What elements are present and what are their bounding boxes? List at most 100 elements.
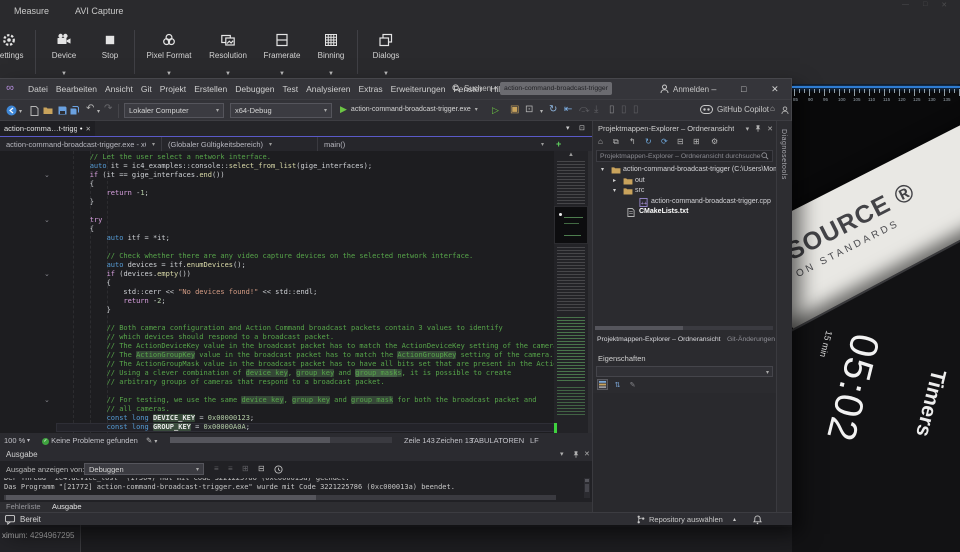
properties-header[interactable]: Eigenschaften ▾ ✕ xyxy=(593,351,776,365)
dialogs-button[interactable]: Dialogs▼ xyxy=(361,27,411,77)
save-all-icon[interactable] xyxy=(70,106,79,115)
dropdown-caret-icon[interactable]: ▼ xyxy=(61,71,67,77)
clear-output-icon[interactable]: ⊟ xyxy=(258,464,265,473)
menu-analysieren[interactable]: Analysieren xyxy=(302,84,354,94)
se-close-icon[interactable]: ✕ xyxy=(767,125,773,133)
dock-tab-solution-explorer[interactable]: Projektmappen-Explorer – Ordneransicht xyxy=(597,336,721,343)
attach-dropdown-icon[interactable]: ▾ xyxy=(540,108,543,115)
output-vscrollbar[interactable] xyxy=(584,478,590,498)
target-machine-dropdown[interactable]: Lokaler Computer▾ xyxy=(124,103,224,118)
new-file-icon[interactable] xyxy=(30,106,39,116)
add-split-icon[interactable]: + xyxy=(556,139,561,149)
dropdown-caret-icon[interactable]: ▼ xyxy=(383,71,389,77)
expander-icon[interactable]: ▾ xyxy=(613,187,616,194)
tree-item[interactable]: ▸out xyxy=(593,176,776,187)
back-dropdown-icon[interactable]: ▾ xyxy=(19,108,22,115)
dock-tab-git-changes[interactable]: Git-Änderungen xyxy=(727,336,775,343)
show-all-files-icon[interactable]: ⊞ xyxy=(693,137,700,146)
select-repository-button[interactable]: Repository auswählen xyxy=(649,515,723,524)
tab-list-dropdown-icon[interactable]: ▾ xyxy=(566,124,570,132)
attach-process-icon[interactable]: ⊡ xyxy=(525,104,533,115)
feedback-bubble-icon[interactable] xyxy=(5,515,16,525)
collapse-all-icon[interactable]: ⊟ xyxy=(677,137,684,146)
close-button[interactable]: ✕ xyxy=(771,84,779,95)
project-dropdown[interactable]: action-command-broadcast-trigger.exe - x… xyxy=(0,137,162,151)
save-icon[interactable] xyxy=(58,106,67,115)
se-search-input[interactable]: Projektmappen-Explorer – Ordneransicht d… xyxy=(596,150,773,162)
edit-mode-icon[interactable]: ✎ ▾ xyxy=(146,436,157,445)
tree-item[interactable]: ++action-command-broadcast-trigger.cpp xyxy=(593,197,776,208)
solution-explorer-header[interactable]: Projektmappen-Explorer – Ordneransicht ▾… xyxy=(593,121,776,135)
fold-arrow-icon[interactable]: ⌄ xyxy=(44,396,50,405)
folder-tool-icon[interactable]: ▣ xyxy=(510,104,519,115)
framerate-button[interactable]: Framerate▼ xyxy=(256,27,308,77)
menu-projekt[interactable]: Projekt xyxy=(156,84,190,94)
dropdown-caret-icon[interactable]: ▼ xyxy=(166,71,172,77)
output-close-icon[interactable]: ✕ xyxy=(584,450,590,458)
menu-git[interactable]: Git xyxy=(137,84,156,94)
problems-indicator[interactable]: ✓ Keine Probleme gefunden xyxy=(42,436,138,445)
menu-extras[interactable]: Extras xyxy=(355,84,387,94)
tab-close-icon[interactable]: ✕ xyxy=(86,125,91,133)
expander-icon[interactable]: ▾ xyxy=(601,166,604,173)
feedback-icon[interactable]: ⌂ xyxy=(770,104,775,113)
expander-icon[interactable]: ▸ xyxy=(613,177,616,184)
member-dropdown[interactable]: main()▾ xyxy=(318,137,550,151)
switch-views-icon[interactable]: ⧉ xyxy=(613,137,619,147)
column-indicator[interactable]: Zeichen 13 xyxy=(436,436,473,445)
tree-item[interactable]: ▾action-command-broadcast-trigger (C:\Us… xyxy=(593,165,776,176)
se-hscrollbar[interactable] xyxy=(595,326,773,330)
pending-changes-icon[interactable]: ↰ xyxy=(629,137,636,146)
minimize-button[interactable]: – xyxy=(711,84,716,94)
scroll-up-icon[interactable]: ▲ xyxy=(568,152,574,158)
tab-output[interactable]: Ausgabe xyxy=(52,502,82,511)
se-pin-icon[interactable] xyxy=(754,124,762,133)
notifications-bell-icon[interactable] xyxy=(753,515,762,525)
undo-icon[interactable]: ↶ xyxy=(86,103,94,114)
menu-erweiterungen[interactable]: Erweiterungen xyxy=(387,84,450,94)
output-source-dropdown[interactable]: Debuggen▾ xyxy=(84,463,204,475)
resolution-button[interactable]: Resolution▼ xyxy=(200,27,256,77)
categorized-icon[interactable] xyxy=(597,379,608,390)
tree-item[interactable]: CMakeLists.txt xyxy=(593,207,776,218)
tab-avi-capture[interactable]: AVI Capture xyxy=(75,6,123,16)
fold-arrow-icon[interactable]: ⌄ xyxy=(44,171,50,180)
tab-error-list[interactable]: Fehlerliste xyxy=(6,502,41,511)
property-pages-icon[interactable]: ✎ xyxy=(627,379,638,390)
editor-tab[interactable]: action-comma…t-trigger.cpp • ✕ xyxy=(0,121,95,136)
fold-arrow-icon[interactable]: ⌄ xyxy=(44,270,50,279)
line-indicator[interactable]: Zeile 143 xyxy=(404,436,435,445)
zoom-level[interactable]: 100 % xyxy=(4,436,25,445)
configuration-dropdown[interactable]: x64-Debug▾ xyxy=(230,103,332,118)
horizontal-scrollbar[interactable] xyxy=(170,437,392,443)
code-editor[interactable]: ⌄⌄⌄⌄ // Let the user select a network in… xyxy=(0,151,554,433)
tree-item[interactable]: ▾src xyxy=(593,186,776,197)
debug-pointer-icon[interactable]: ⇤ xyxy=(564,104,572,115)
bookmark-icon[interactable]: ▯ xyxy=(609,104,615,115)
settings-button[interactable]: Settings xyxy=(0,27,32,77)
more-tools-icon[interactable]: ⚙ xyxy=(711,137,718,146)
tabs-indicator[interactable]: TABULATOREN xyxy=(470,436,524,445)
maximize-button[interactable]: □ xyxy=(741,84,746,94)
history-icon[interactable] xyxy=(274,465,283,474)
pin-icon[interactable] xyxy=(572,450,580,459)
alphabetical-icon[interactable]: ⇅ xyxy=(612,379,623,390)
menu-test[interactable]: Test xyxy=(279,84,303,94)
menu-datei[interactable]: Datei xyxy=(24,84,52,94)
output-hscrollbar[interactable] xyxy=(4,495,556,500)
dropdown-caret-icon[interactable]: ▼ xyxy=(328,71,334,77)
pixel-format-button[interactable]: Pixel Format▼ xyxy=(138,27,200,77)
tab-measure[interactable]: Measure xyxy=(14,6,49,16)
account-icon[interactable] xyxy=(781,106,789,115)
stop-button[interactable]: Stop xyxy=(89,27,131,77)
tab-diagnostics[interactable]: Diagnosetools xyxy=(780,129,787,180)
menu-erstellen[interactable]: Erstellen xyxy=(190,84,231,94)
menu-ansicht[interactable]: Ansicht xyxy=(101,84,137,94)
minimap[interactable]: ▲ xyxy=(554,151,588,433)
eol-indicator[interactable]: LF xyxy=(530,436,539,445)
run-without-debug-icon[interactable]: ▷ xyxy=(492,105,499,116)
dropdown-caret-icon[interactable]: ▼ xyxy=(279,71,285,77)
hot-reload-icon[interactable]: ↻ xyxy=(549,104,557,115)
open-folder-icon[interactable] xyxy=(43,106,54,115)
minimap-viewport[interactable] xyxy=(554,206,588,244)
